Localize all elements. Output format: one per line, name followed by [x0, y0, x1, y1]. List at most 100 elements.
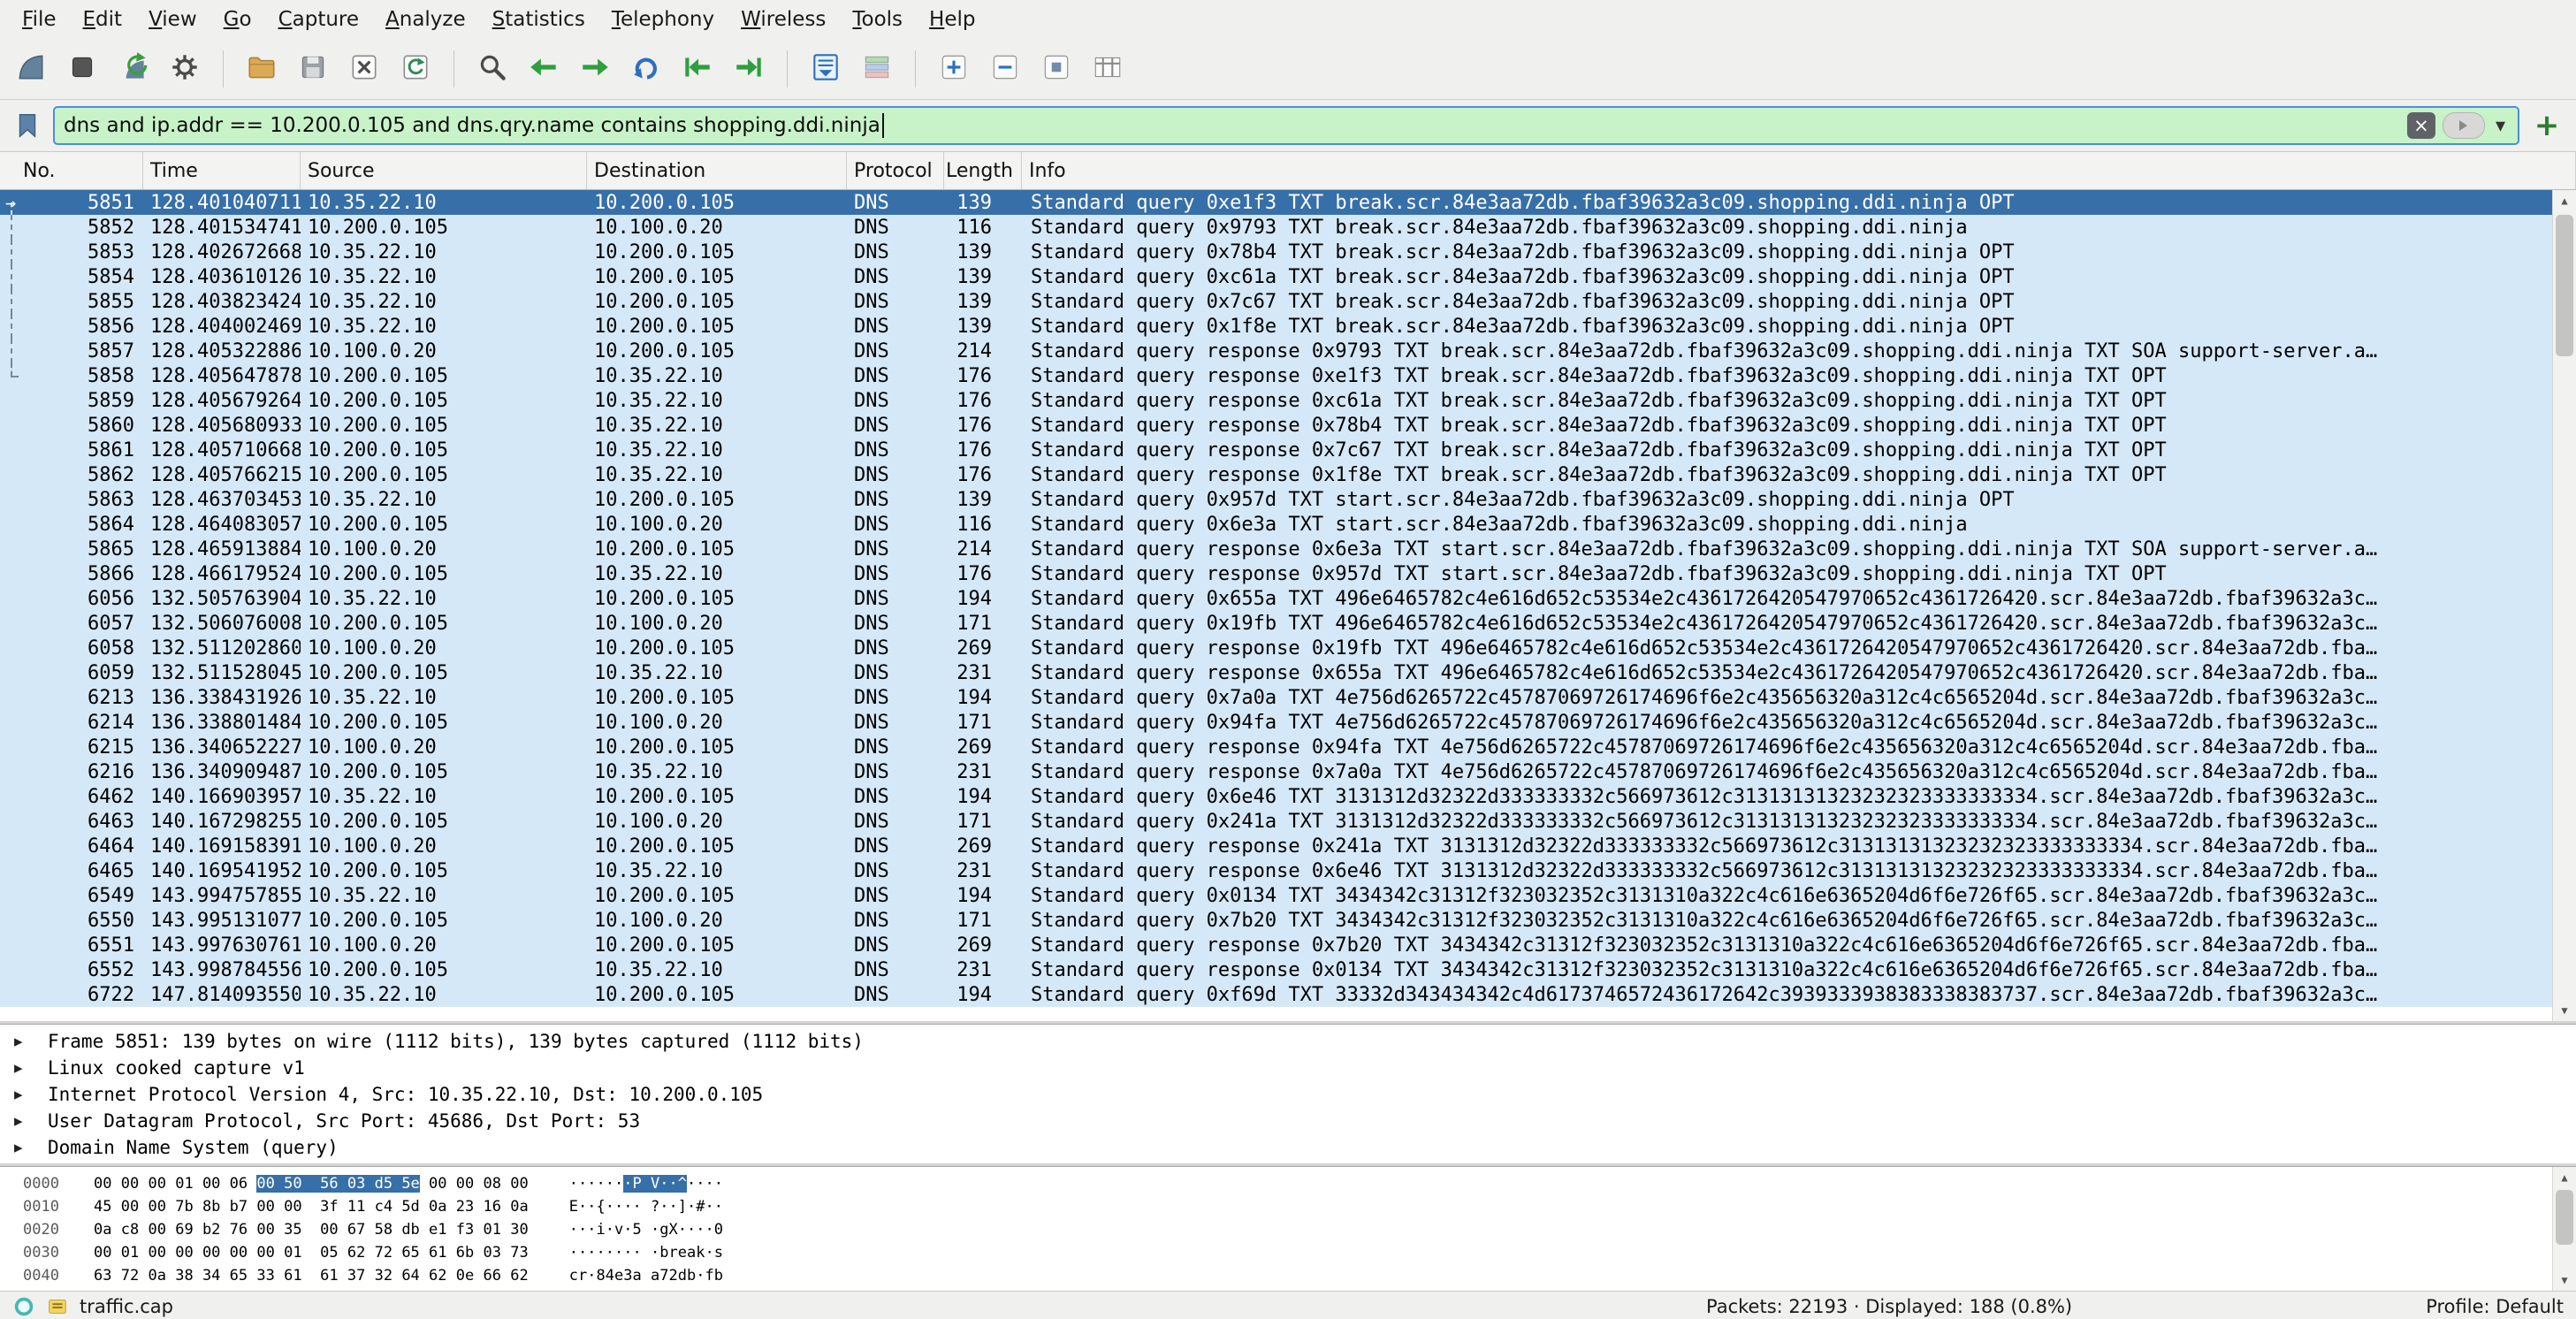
packet-row[interactable]: 6551143.99763076110.100.0.2010.200.0.105… — [0, 933, 2576, 957]
menu-capture[interactable]: Capture — [265, 8, 372, 31]
packet-row[interactable]: 6464140.16915839110.100.0.2010.200.0.105… — [0, 834, 2576, 858]
detail-line[interactable]: ▸Internet Protocol Version 4, Src: 10.35… — [0, 1081, 2576, 1108]
hex-row[interactable]: 001045 00 00 7b 8b b7 00 00 3f 11 c4 5d … — [0, 1195, 2576, 1218]
detail-line[interactable]: ▸Frame 5851: 139 bytes on wire (1112 bit… — [0, 1028, 2576, 1055]
go-first-button[interactable] — [674, 45, 721, 93]
packet-bytes-scrollbar[interactable]: ▲▼ — [2552, 1167, 2576, 1291]
packet-row[interactable]: 5859128.40567926410.200.0.10510.35.22.10… — [0, 388, 2576, 413]
packet-row[interactable]: 5856128.40400246910.35.22.1010.200.0.105… — [0, 314, 2576, 339]
packet-row[interactable]: 5865128.46591388410.100.0.2010.200.0.105… — [0, 537, 2576, 561]
filter-clear-button[interactable]: × — [2407, 112, 2435, 139]
column-header-length[interactable]: Length — [944, 152, 1022, 189]
packet-row[interactable]: 6059132.51152804510.200.0.10510.35.22.10… — [0, 660, 2576, 685]
packet-row[interactable]: 5852128.40153474110.200.0.10510.100.0.20… — [0, 215, 2576, 240]
packet-row[interactable]: 5861128.40571066810.200.0.10510.35.22.10… — [0, 438, 2576, 462]
packet-row[interactable]: 5855128.40382342410.35.22.1010.200.0.105… — [0, 289, 2576, 314]
go-to-packet-button[interactable] — [622, 45, 670, 93]
menu-edit[interactable]: Edit — [70, 8, 136, 31]
capture-comment-icon[interactable] — [46, 1295, 69, 1318]
packet-row[interactable]: 5864128.46408305710.200.0.10510.100.0.20… — [0, 512, 2576, 537]
packet-row[interactable]: 5866128.46617952410.200.0.10510.35.22.10… — [0, 561, 2576, 586]
go-forward-button[interactable] — [571, 45, 619, 93]
scroll-down-button[interactable]: ▼ — [2553, 1269, 2576, 1291]
expand-arrow-icon[interactable]: ▸ — [14, 1058, 48, 1078]
packet-row[interactable]: 6549143.99475785510.35.22.1010.200.0.105… — [0, 883, 2576, 908]
column-header-info[interactable]: Info — [1022, 152, 2576, 189]
packet-row[interactable]: 5863128.46370345310.35.22.1010.200.0.105… — [0, 487, 2576, 512]
menu-tools[interactable]: Tools — [839, 8, 916, 31]
go-last-button[interactable] — [725, 45, 773, 93]
menu-analyze[interactable]: Analyze — [372, 8, 479, 31]
profile-button[interactable]: Profile: Default — [2426, 1296, 2564, 1317]
packet-row[interactable]: 6550143.99513107710.200.0.10510.100.0.20… — [0, 908, 2576, 933]
scroll-up-button[interactable]: ▲ — [2553, 190, 2576, 211]
packet-row[interactable]: 5858128.40564787810.200.0.10510.35.22.10… — [0, 363, 2576, 388]
menu-statistics[interactable]: Statistics — [479, 8, 598, 31]
open-file-button[interactable] — [238, 45, 286, 93]
packet-row[interactable]: 6722147.81409355010.35.22.1010.200.0.105… — [0, 982, 2576, 1007]
start-capture-button[interactable] — [7, 45, 55, 93]
detail-line[interactable]: ▸Linux cooked capture v1 — [0, 1055, 2576, 1081]
hex-row[interactable]: 004063 72 0a 38 34 65 33 61 61 37 32 64 … — [0, 1264, 2576, 1287]
expand-arrow-icon[interactable]: ▸ — [14, 1032, 48, 1051]
column-header-no[interactable]: No. — [0, 152, 143, 189]
packet-row[interactable]: →5851128.40104071110.35.22.1010.200.0.10… — [0, 190, 2576, 215]
expert-info-icon[interactable] — [12, 1295, 35, 1318]
hex-row[interactable]: 000000 00 00 01 00 06 00 50 56 03 d5 5e … — [0, 1172, 2576, 1195]
menu-telephony[interactable]: Telephony — [598, 8, 728, 31]
packet-row[interactable]: 6056132.50576390410.35.22.1010.200.0.105… — [0, 586, 2576, 611]
filter-apply-button[interactable] — [2443, 112, 2485, 139]
packet-row[interactable]: 6058132.51120286010.100.0.2010.200.0.105… — [0, 636, 2576, 660]
zoom-out-button[interactable] — [981, 45, 1029, 93]
column-header-time[interactable]: Time — [143, 152, 301, 189]
hex-row[interactable]: 003000 01 00 00 00 00 00 01 05 62 72 65 … — [0, 1241, 2576, 1264]
stop-capture-button[interactable] — [58, 45, 106, 93]
close-file-button[interactable] — [340, 45, 388, 93]
packet-row[interactable]: 5854128.40361012610.35.22.1010.200.0.105… — [0, 264, 2576, 289]
packet-row[interactable]: 5860128.40568093310.200.0.10510.35.22.10… — [0, 413, 2576, 438]
menu-go[interactable]: Go — [210, 8, 265, 31]
column-header-protocol[interactable]: Protocol — [847, 152, 944, 189]
hex-row[interactable]: 00200a c8 00 69 b2 76 00 35 00 67 58 db … — [0, 1218, 2576, 1241]
menu-help[interactable]: Help — [916, 8, 988, 31]
display-filter-input[interactable]: dns and ip.addr == 10.200.0.105 and dns.… — [53, 106, 2519, 145]
scroll-up-button[interactable]: ▲ — [2553, 1167, 2576, 1188]
expand-arrow-icon[interactable]: ▸ — [14, 1111, 48, 1131]
resize-columns-button[interactable] — [1084, 45, 1132, 93]
auto-scroll-button[interactable] — [802, 45, 850, 93]
column-header-destination[interactable]: Destination — [587, 152, 847, 189]
find-packet-button[interactable] — [469, 45, 516, 93]
detail-line[interactable]: ▸Domain Name System (query) — [0, 1134, 2576, 1161]
packet-row[interactable]: 5853128.40267266810.35.22.1010.200.0.105… — [0, 240, 2576, 264]
expand-arrow-icon[interactable]: ▸ — [14, 1138, 48, 1157]
filter-dropdown-button[interactable]: ▾ — [2492, 115, 2509, 137]
packet-row[interactable]: 6465140.16954195210.200.0.10510.35.22.10… — [0, 858, 2576, 883]
scroll-thumb[interactable] — [2556, 215, 2573, 356]
detail-line[interactable]: ▸User Datagram Protocol, Src Port: 45686… — [0, 1108, 2576, 1134]
filter-bookmark-icon[interactable] — [11, 109, 44, 142]
packet-row[interactable]: 6463140.16729825510.200.0.10510.100.0.20… — [0, 809, 2576, 834]
reload-file-button[interactable] — [392, 45, 439, 93]
column-header-source[interactable]: Source — [301, 152, 587, 189]
packet-row[interactable]: 6552143.99878455610.200.0.10510.35.22.10… — [0, 957, 2576, 982]
capture-options-button[interactable] — [161, 45, 209, 93]
menu-view[interactable]: View — [135, 8, 210, 31]
packet-row[interactable]: 5857128.40532288610.100.0.2010.200.0.105… — [0, 339, 2576, 363]
restart-capture-button[interactable] — [110, 45, 157, 93]
scroll-thumb[interactable] — [2556, 1190, 2573, 1245]
zoom-original-button[interactable] — [1033, 45, 1080, 93]
menu-wireless[interactable]: Wireless — [728, 8, 839, 31]
expand-arrow-icon[interactable]: ▸ — [14, 1085, 48, 1104]
packet-row[interactable]: 6216136.34090948710.200.0.10510.35.22.10… — [0, 759, 2576, 784]
zoom-in-button[interactable] — [930, 45, 978, 93]
packet-row[interactable]: 6462140.16690395710.35.22.1010.200.0.105… — [0, 784, 2576, 809]
packet-row[interactable]: 6057132.50607600810.200.0.10510.100.0.20… — [0, 611, 2576, 636]
colorize-packets-button[interactable] — [853, 45, 901, 93]
menu-file[interactable]: File — [9, 8, 70, 31]
filter-add-button[interactable]: + — [2528, 107, 2565, 144]
packet-row[interactable]: 6213136.33843192610.35.22.1010.200.0.105… — [0, 685, 2576, 710]
scroll-down-button[interactable]: ▼ — [2553, 1000, 2576, 1021]
packet-row[interactable]: 6215136.34065222710.100.0.2010.200.0.105… — [0, 735, 2576, 759]
packet-row[interactable]: 5862128.40576621510.200.0.10510.35.22.10… — [0, 462, 2576, 487]
packet-list-scrollbar[interactable]: ▲▼ — [2552, 190, 2576, 1021]
